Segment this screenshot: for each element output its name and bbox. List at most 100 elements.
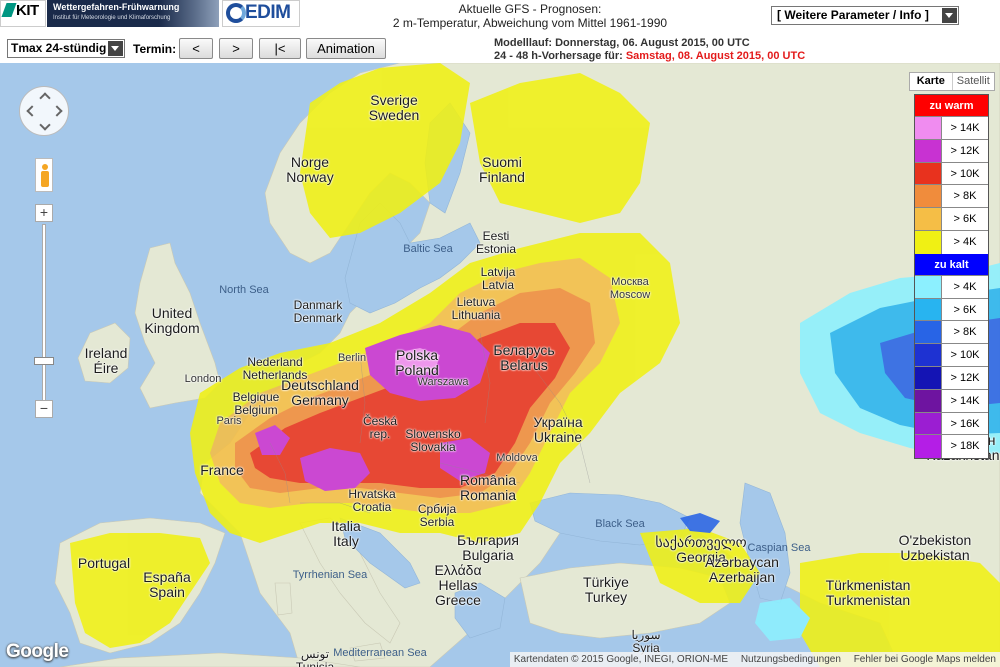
label-greece: Ελλάδα Hellas Greece — [434, 562, 482, 608]
label-ireland: Ireland Éire — [84, 345, 128, 376]
label-slovakia: Slovensko Slovakia — [405, 427, 461, 454]
map-type-control[interactable]: Karte Satellit — [909, 72, 995, 91]
kit-mark-icon — [1, 3, 17, 17]
pegman-icon[interactable] — [35, 158, 53, 192]
forecast-date: Samstag, 08. August 2015, 00 UTC — [625, 50, 806, 62]
zoom-slider-thumb[interactable] — [34, 357, 54, 365]
zoom-out-button[interactable]: − — [35, 400, 53, 418]
label-finland: Suomi Finland — [479, 154, 525, 185]
label-moldova: Moldova — [496, 452, 538, 464]
anomaly-yellow-east — [800, 553, 1000, 667]
label-romania: România Romania — [459, 472, 517, 503]
legend-warm-label: > 4K — [942, 230, 988, 254]
legend-warm-label: > 8K — [942, 185, 988, 208]
legend-cold-row: > 6K — [915, 298, 988, 322]
label-serbia: Србија Serbia — [417, 502, 457, 529]
legend-cold-swatch — [915, 321, 942, 344]
chevron-down-icon[interactable] — [108, 41, 123, 56]
legend-cold-row: > 8K — [915, 321, 988, 345]
field-select[interactable]: Tmax 24-stündig — [7, 39, 125, 58]
forecast-prefix: 24 - 48 h-Vorhersage für: — [494, 50, 623, 62]
map-type-satellit[interactable]: Satellit — [953, 73, 995, 90]
pan-control[interactable] — [19, 86, 69, 136]
report-error-link[interactable]: Fehler bei Google Maps melden — [854, 654, 996, 665]
map[interactable]: Sverige Sweden Norge Norway Suomi Finlan… — [0, 63, 1000, 667]
label-azerbaijan: Azərbaycan Azerbaijan — [705, 554, 779, 585]
legend-cold-row: > 18K — [915, 435, 988, 459]
wettergefahren-logo[interactable]: Wettergefahren-Frühwarnung Institut für … — [47, 0, 219, 27]
legend-cold-swatch — [915, 366, 942, 389]
next-button[interactable]: > — [219, 38, 253, 59]
label-london: London — [184, 373, 222, 385]
toolbar: Tmax 24-stündig Termin: < > |< Animation… — [0, 33, 1000, 63]
map-data-credit: Kartendaten © 2015 Google, INEGI, ORION-… — [513, 654, 729, 665]
animation-button[interactable]: Animation — [306, 38, 386, 59]
legend-cold-swatch — [915, 298, 942, 321]
legend-cold-swatch — [915, 412, 942, 435]
wettergefahren-subtitle: Institut für Meteorologie und Klimaforsc… — [53, 15, 171, 21]
label-tyrrhenian-sea: Tyrrhenian Sea — [292, 569, 368, 581]
chevron-down-icon[interactable] — [942, 8, 957, 23]
page-title: Aktuelle GFS - Prognosen: 2 m-Temperatur… — [330, 2, 730, 30]
pan-up-icon[interactable] — [39, 92, 51, 104]
map-type-karte[interactable]: Karte — [910, 73, 953, 90]
legend-cold-swatch — [915, 344, 942, 366]
label-uzbekistan: O'zbekiston Uzbekistan — [898, 532, 972, 563]
page-title-line2: 2 m-Temperatur, Abweichung vom Mittel 19… — [392, 16, 668, 30]
attribution-bar: Kartendaten © 2015 Google, INEGI, ORION-… — [509, 652, 1000, 667]
pegman-body — [41, 171, 49, 187]
pan-right-icon[interactable] — [51, 105, 63, 117]
previous-button[interactable]: < — [179, 38, 213, 59]
legend-cold-label: > 4K — [942, 275, 988, 298]
kit-logo[interactable]: KIT — [0, 0, 46, 27]
legend-cold-label: > 12K — [942, 366, 988, 389]
legend-warm-swatch — [915, 185, 942, 208]
legend-warm-swatch — [915, 117, 942, 139]
zoom-in-button[interactable]: + — [35, 204, 53, 222]
legend-cold-row: > 12K — [915, 366, 988, 390]
parameter-select[interactable]: [ Weitere Parameter / Info ] — [771, 6, 959, 25]
label-czech: Česká rep. — [362, 414, 398, 441]
legend-cold-label: > 16K — [942, 412, 988, 435]
label-warsaw: Warszawa — [417, 376, 469, 388]
cedim-logo[interactable]: EDIM — [222, 0, 300, 27]
first-button[interactable]: |< — [259, 38, 301, 59]
label-spain: España Spain — [143, 569, 191, 600]
legend-cold-swatch — [915, 435, 942, 459]
termin-label: Termin: — [133, 42, 177, 56]
pan-down-icon[interactable] — [39, 119, 51, 131]
legend-cold-title: zu kalt — [915, 253, 988, 276]
wettergefahren-title: Wettergefahren-Frühwarnung — [53, 2, 180, 12]
legend-warm-row: > 6K — [915, 208, 988, 231]
model-run-text: Modelllauf: Donnerstag, 06. August 2015,… — [494, 37, 750, 49]
legend-warm-swatch — [915, 162, 942, 185]
label-caspian-sea: Caspian Sea — [747, 542, 811, 554]
legend-warm-rows: > 14K > 12K > 10K > 8K > 6K > 4K — [915, 117, 988, 254]
legend-cold-label: > 10K — [942, 344, 988, 366]
parameter-select-value: [ Weitere Parameter / Info ] — [777, 8, 929, 22]
terms-link[interactable]: Nutzungsbedingungen — [741, 654, 841, 665]
label-latvia: Latvija Latvia — [480, 265, 516, 292]
label-estonia: Eesti Estonia — [475, 229, 517, 256]
zoom-control[interactable]: + − — [34, 204, 54, 420]
label-paris: Paris — [216, 415, 242, 427]
legend: zu warm > 14K > 12K > 10K > 8K > 6K > 4K zu k… — [914, 94, 989, 460]
legend-warm-row: > 14K — [915, 117, 988, 140]
label-portugal: Portugal — [77, 555, 131, 571]
label-norway: Norge Norway — [286, 154, 334, 185]
kit-logo-text: KIT — [16, 2, 39, 19]
cedim-ring-icon — [226, 3, 246, 23]
label-sweden: Sverige Sweden — [368, 92, 420, 123]
legend-cold-swatch — [915, 275, 942, 298]
label-moscow: Москва Moscow — [609, 276, 651, 301]
google-logo[interactable]: Google — [6, 641, 69, 663]
label-poland: Polska Poland — [395, 347, 439, 378]
legend-cold-row: > 10K — [915, 344, 988, 367]
label-belarus: Беларусь Belarus — [493, 342, 555, 373]
pan-left-icon[interactable] — [26, 105, 38, 117]
label-north-sea: North Sea — [219, 284, 269, 296]
label-germany: Deutschland Germany — [281, 377, 359, 408]
zoom-slider-track[interactable] — [42, 224, 46, 404]
label-tunisia: تونس Tunisia — [295, 647, 335, 667]
legend-cold-row: > 4K — [915, 275, 988, 299]
